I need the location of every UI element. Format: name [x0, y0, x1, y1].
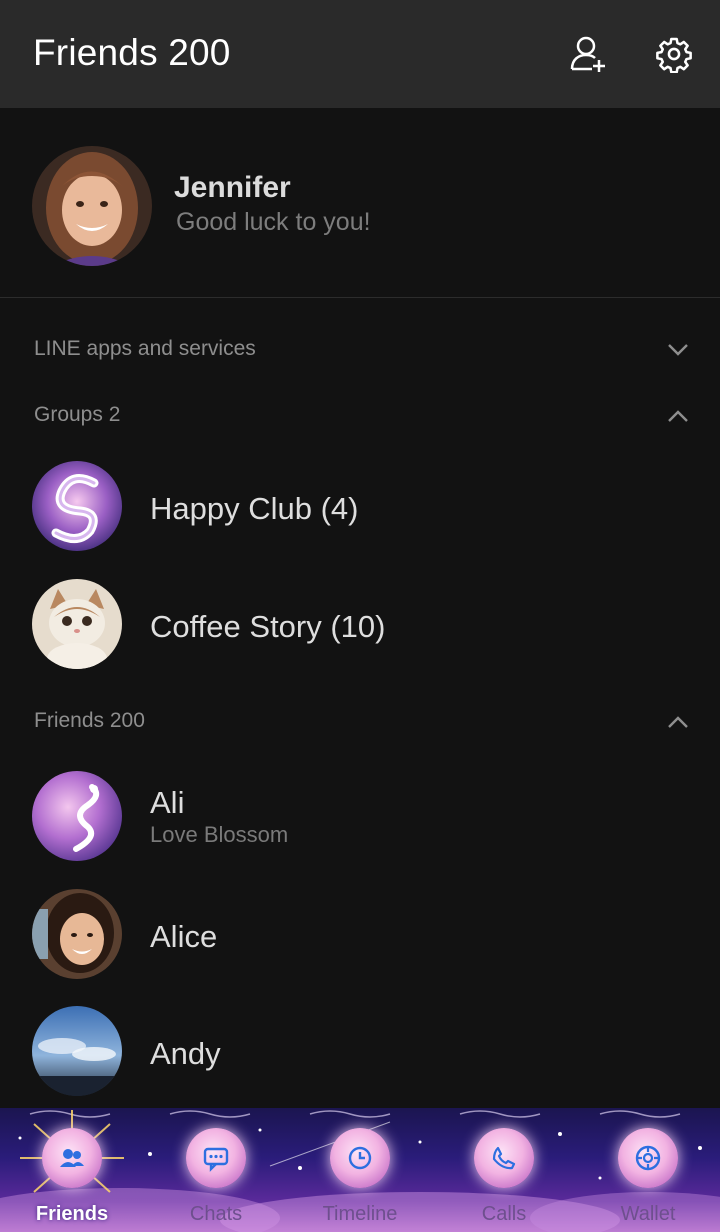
section-line-services[interactable]: LINE apps and services — [0, 322, 720, 378]
add-friend-button[interactable] — [566, 32, 610, 76]
section-label: LINE apps and services — [34, 337, 256, 360]
add-user-icon — [570, 36, 605, 72]
tab-label: Chats — [189, 1203, 243, 1225]
avatar[interactable] — [32, 146, 152, 266]
section-label: Groups 2 — [34, 403, 121, 426]
tab-label: Timeline — [322, 1203, 398, 1225]
friends-icon — [60, 1149, 84, 1167]
avatar — [32, 889, 122, 979]
chat-icon — [203, 1147, 229, 1172]
bottom-nav: Friends Chats Timeline Calls Wallet — [0, 1108, 720, 1232]
tab-label: Friends — [35, 1203, 109, 1225]
avatar — [32, 461, 122, 551]
avatar — [32, 771, 122, 861]
tab-friends[interactable]: Friends — [0, 1108, 144, 1232]
list-item[interactable]: Happy Club (4) — [0, 447, 720, 565]
section-groups[interactable]: Groups 2 — [0, 388, 720, 444]
page-title: Friends 200 — [33, 32, 231, 73]
chevron-up-icon[interactable] — [664, 708, 692, 736]
list-item[interactable]: Alice — [0, 875, 720, 993]
tab-label: Wallet — [620, 1203, 676, 1225]
settings-button[interactable] — [652, 32, 696, 76]
tab-chats[interactable]: Chats — [144, 1108, 288, 1232]
phone-icon — [492, 1146, 516, 1170]
avatar — [32, 579, 122, 669]
my-profile[interactable]: Jennifer Good luck to you! — [0, 108, 720, 298]
avatar — [32, 1006, 122, 1096]
tab-calls[interactable]: Calls — [432, 1108, 576, 1232]
tab-timeline[interactable]: Timeline — [288, 1108, 432, 1232]
friend-name: Andy — [150, 1036, 221, 1071]
list-item[interactable]: Coffee Story (10) — [0, 565, 720, 683]
section-friends[interactable]: Friends 200 — [0, 694, 720, 750]
clock-icon — [348, 1146, 372, 1170]
friend-name: Ali — [150, 785, 185, 820]
list-item[interactable]: Andy — [0, 992, 720, 1110]
section-label: Friends 200 — [34, 709, 145, 732]
tab-label: Calls — [481, 1203, 527, 1225]
wallet-icon — [635, 1145, 661, 1171]
list-item[interactable]: Ali Love Blossom — [0, 757, 720, 875]
friend-name: Alice — [150, 919, 218, 954]
profile-name: Jennifer — [174, 171, 291, 204]
chevron-up-icon[interactable] — [664, 402, 692, 430]
profile-status-message: Good luck to you! — [176, 208, 371, 236]
tab-wallet[interactable]: Wallet — [576, 1108, 720, 1232]
friend-status-message: Love Blossom — [150, 822, 289, 847]
chevron-down-icon[interactable] — [664, 336, 692, 364]
gear-icon — [656, 37, 692, 73]
group-name: Happy Club (4) — [150, 491, 359, 526]
group-name: Coffee Story (10) — [150, 609, 386, 644]
app-header: Friends 200 — [0, 0, 720, 108]
